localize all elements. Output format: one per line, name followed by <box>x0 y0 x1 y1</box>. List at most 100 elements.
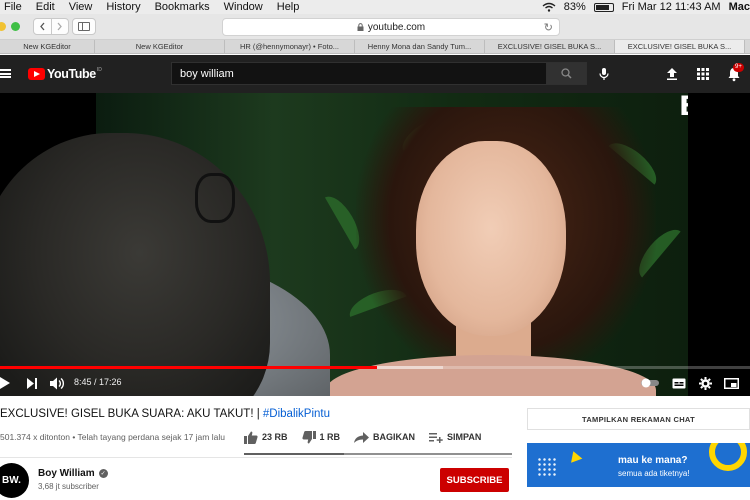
subscribe-button[interactable]: SUBSCRIBE <box>440 468 509 492</box>
browser-tab[interactable]: Henny Mona dan Sandy Tum... <box>355 40 485 53</box>
sidebar-ad-banner[interactable]: mau ke mana? semua ada tiketnya! <box>527 443 750 487</box>
zoom-window-icon[interactable] <box>11 22 20 31</box>
upload-icon[interactable] <box>664 66 680 82</box>
menu-view[interactable]: View <box>62 0 100 14</box>
video-scene-woman-face <box>416 141 566 336</box>
menu-history[interactable]: History <box>99 0 147 14</box>
browser-toolbar: youtube.com ↻ <box>0 14 750 40</box>
microphone-icon[interactable] <box>597 67 611 81</box>
battery-icon[interactable] <box>593 2 614 12</box>
miniplayer-icon <box>723 377 739 389</box>
browser-tab[interactable]: New KGEditor <box>95 40 225 53</box>
section-divider <box>0 457 512 458</box>
menu-help[interactable]: Help <box>270 0 307 14</box>
like-count: 23 RB <box>262 432 288 442</box>
forward-button[interactable] <box>52 19 69 34</box>
thumbs-down-icon <box>301 430 316 443</box>
play-button[interactable] <box>0 375 12 391</box>
menu-bar-status: 83% Fri Mar 12 11:43 AM Mac <box>542 0 750 14</box>
meta-separator: • <box>69 432 78 442</box>
subtitles-button[interactable] <box>671 375 687 391</box>
video-player[interactable]: BW. 8:45 / 17:26 <box>0 93 750 396</box>
video-title-text: EXCLUSIVE! GISEL BUKA SUARA: AKU TAKUT! … <box>0 408 263 420</box>
share-button[interactable]: BAGIKAN <box>354 431 416 443</box>
chevron-left-icon <box>39 22 45 31</box>
tab-label: New KGEditor <box>23 42 71 51</box>
dislike-button[interactable]: 1 RB <box>301 430 340 444</box>
next-video-button[interactable] <box>24 375 40 391</box>
video-info-section: EXCLUSIVE! GISEL BUKA SUARA: AKU TAKUT! … <box>0 396 750 500</box>
menu-window[interactable]: Window <box>217 0 270 14</box>
notification-count-badge: 9+ <box>733 63 744 72</box>
video-hashtag-link[interactable]: #DibalikPintu <box>263 408 330 420</box>
premiere-time: Telah tayang perdana sejak 17 jam lalu <box>77 432 225 442</box>
reload-icon[interactable]: ↻ <box>544 21 553 34</box>
share-label: BAGIKAN <box>373 432 416 442</box>
channel-name[interactable]: Boy William ✓ <box>38 468 108 479</box>
menu-bookmarks[interactable]: Bookmarks <box>148 0 217 14</box>
youtube-logo[interactable]: YouTube ID <box>28 67 102 81</box>
like-button[interactable]: 23 RB <box>244 431 288 444</box>
youtube-play-icon <box>28 68 45 80</box>
wifi-icon[interactable] <box>542 2 556 12</box>
ad-tagline: semua ada tiketnya! <box>618 469 690 478</box>
search-icon <box>561 68 572 79</box>
settings-button[interactable] <box>697 375 713 391</box>
search-input[interactable]: boy william <box>171 62 547 85</box>
search-query: boy william <box>180 67 234 80</box>
tab-bar: New KGEditor New KGEditor HR (@hennymona… <box>0 40 750 54</box>
video-title: EXCLUSIVE! GISEL BUKA SUARA: AKU TAKUT! … <box>0 408 330 420</box>
hamburger-menu-icon[interactable] <box>0 69 11 78</box>
chevron-right-icon <box>57 22 63 31</box>
channel-watermark: BW. <box>679 93 688 122</box>
browser-tab[interactable]: EXCLUSIVE! GISEL BUKA S... <box>485 40 615 53</box>
lock-icon <box>357 23 364 31</box>
video-actions: 23 RB 1 RB BAGIKAN SIMPAN <box>244 427 495 447</box>
browser-tab-active[interactable]: EXCLUSIVE! GISEL BUKA S... <box>615 40 745 53</box>
url-text: youtube.com <box>367 21 426 33</box>
autoplay-toggle-icon <box>641 378 659 388</box>
save-button[interactable]: SIMPAN <box>429 432 481 443</box>
back-button[interactable] <box>34 19 52 34</box>
gear-icon <box>698 376 712 390</box>
video-progress-bar[interactable] <box>0 366 750 369</box>
menu-file[interactable]: File <box>0 0 29 14</box>
channel-avatar[interactable]: BW. <box>0 463 29 498</box>
user-name[interactable]: Mac <box>729 1 750 13</box>
browser-tab[interactable]: New KGEditor <box>0 40 95 53</box>
verified-check-icon: ✓ <box>98 469 108 478</box>
volume-button[interactable] <box>49 375 65 391</box>
autoplay-toggle[interactable] <box>640 375 660 391</box>
show-chat-replay-button[interactable]: TAMPILKAN REKAMAN CHAT <box>527 408 750 430</box>
youtube-logo-text: YouTube <box>47 67 96 81</box>
subscriber-count: 3,68 jt subscriber <box>38 482 99 491</box>
menu-edit[interactable]: Edit <box>29 0 62 14</box>
clock[interactable]: Fri Mar 12 11:43 AM <box>622 1 721 13</box>
address-bar[interactable]: youtube.com ↻ <box>222 18 560 36</box>
play-icon <box>0 377 10 389</box>
subtitles-icon <box>672 378 686 388</box>
apps-grid-icon[interactable] <box>695 66 711 82</box>
ad-triangle-decoration <box>567 449 583 463</box>
youtube-region-code: ID <box>96 67 102 73</box>
video-scene-glasses <box>195 173 235 223</box>
player-controls: 8:45 / 17:26 <box>0 372 750 394</box>
screen: File Edit View History Bookmarks Window … <box>0 0 750 500</box>
ad-dots-decoration <box>537 457 557 477</box>
save-label: SIMPAN <box>447 432 482 442</box>
sidebar-toggle-button[interactable] <box>72 18 96 35</box>
close-window-icon[interactable] <box>0 22 6 31</box>
battery-percent: 83% <box>563 1 586 13</box>
miniplayer-button[interactable] <box>723 375 739 391</box>
search-button[interactable] <box>546 62 587 85</box>
youtube-header: YouTube ID boy william 9+ <box>0 55 750 93</box>
video-time: 8:45 / 17:26 <box>74 377 122 387</box>
tab-label: HR (@hennymonayr) • Foto... <box>239 42 340 51</box>
thumbs-up-icon <box>244 431 258 444</box>
volume-icon <box>49 377 64 389</box>
browser-tab[interactable]: HR (@hennymonayr) • Foto... <box>225 40 355 53</box>
macos-menu-bar: File Edit View History Bookmarks Window … <box>0 0 750 14</box>
video-progress-fill <box>0 366 377 369</box>
view-count: 501.374 x ditonton <box>0 432 70 442</box>
share-icon <box>354 431 370 443</box>
